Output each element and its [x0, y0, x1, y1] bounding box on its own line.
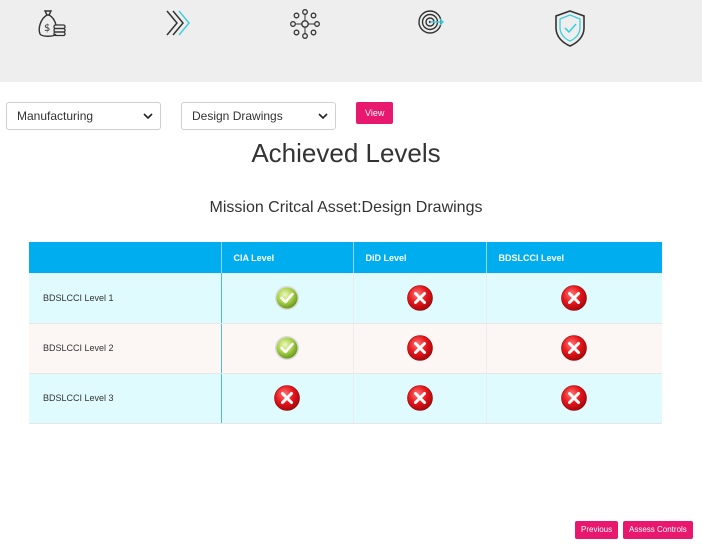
target-icon[interactable] [414, 6, 450, 42]
previous-button[interactable]: Previous [575, 521, 619, 539]
chevron-down-icon [318, 113, 328, 120]
assess-controls-button[interactable]: Assess Controls [623, 521, 693, 539]
table-row: BDSLCCI Level 3 [29, 373, 662, 424]
cross-fail-icon [406, 284, 434, 312]
asset-select[interactable]: Design Drawings [181, 102, 336, 130]
cia-cell [220, 323, 353, 374]
bdslcci-cell [485, 373, 662, 424]
row-label: BDSLCCI Level 3 [29, 373, 221, 424]
chevrons-right-icon[interactable] [160, 6, 196, 42]
table-header-bdslcci: BDSLCCI Level [485, 242, 662, 273]
cross-fail-icon [406, 384, 434, 412]
table-body: BDSLCCI Level 1 BDSLCCI Level 2 BDSLCCI … [29, 273, 662, 424]
view-button[interactable]: View [356, 102, 394, 124]
page-title: Achieved Levels [251, 138, 441, 168]
cross-fail-icon [406, 334, 434, 362]
row-label: BDSLCCI Level 2 [29, 323, 221, 374]
did-cell [352, 273, 486, 324]
table-header-blank [29, 242, 221, 273]
table-row: BDSLCCI Level 2 [29, 323, 662, 374]
money-bag-icon[interactable]: $ [34, 6, 70, 42]
progress-steps-bar: $ [0, 0, 702, 82]
levels-table: CIA Level DiD Level BDSLCCI Level BDSLCC… [29, 242, 662, 424]
table-row: BDSLCCI Level 1 [29, 273, 662, 324]
did-cell [352, 323, 486, 374]
cross-fail-icon [560, 284, 588, 312]
table-header-cia: CIA Level [220, 242, 353, 273]
cross-fail-icon [560, 384, 588, 412]
cia-cell [220, 273, 353, 324]
bdslcci-cell [485, 323, 662, 374]
cia-cell [220, 373, 353, 424]
bdslcci-cell [485, 273, 662, 324]
row-label: BDSLCCI Level 1 [29, 273, 221, 324]
table-header-row: CIA Level DiD Level BDSLCCI Level [29, 242, 662, 273]
check-pass-icon [273, 334, 301, 362]
asset-select-value: Design Drawings [192, 109, 283, 123]
sector-select-value: Manufacturing [17, 109, 94, 123]
shield-check-icon[interactable] [552, 10, 588, 47]
check-pass-icon [273, 284, 301, 312]
page-subtitle: Mission Critcal Asset:Design Drawings [209, 199, 483, 216]
network-nodes-icon[interactable] [287, 6, 323, 42]
filter-controls: Manufacturing Design Drawings View [6, 102, 696, 130]
svg-text:$: $ [44, 23, 50, 34]
sector-select[interactable]: Manufacturing [6, 102, 161, 130]
did-cell [352, 373, 486, 424]
chevron-down-icon [143, 113, 153, 120]
cross-fail-icon [560, 334, 588, 362]
cross-fail-icon [273, 384, 301, 412]
table-header-did: DiD Level [352, 242, 486, 273]
